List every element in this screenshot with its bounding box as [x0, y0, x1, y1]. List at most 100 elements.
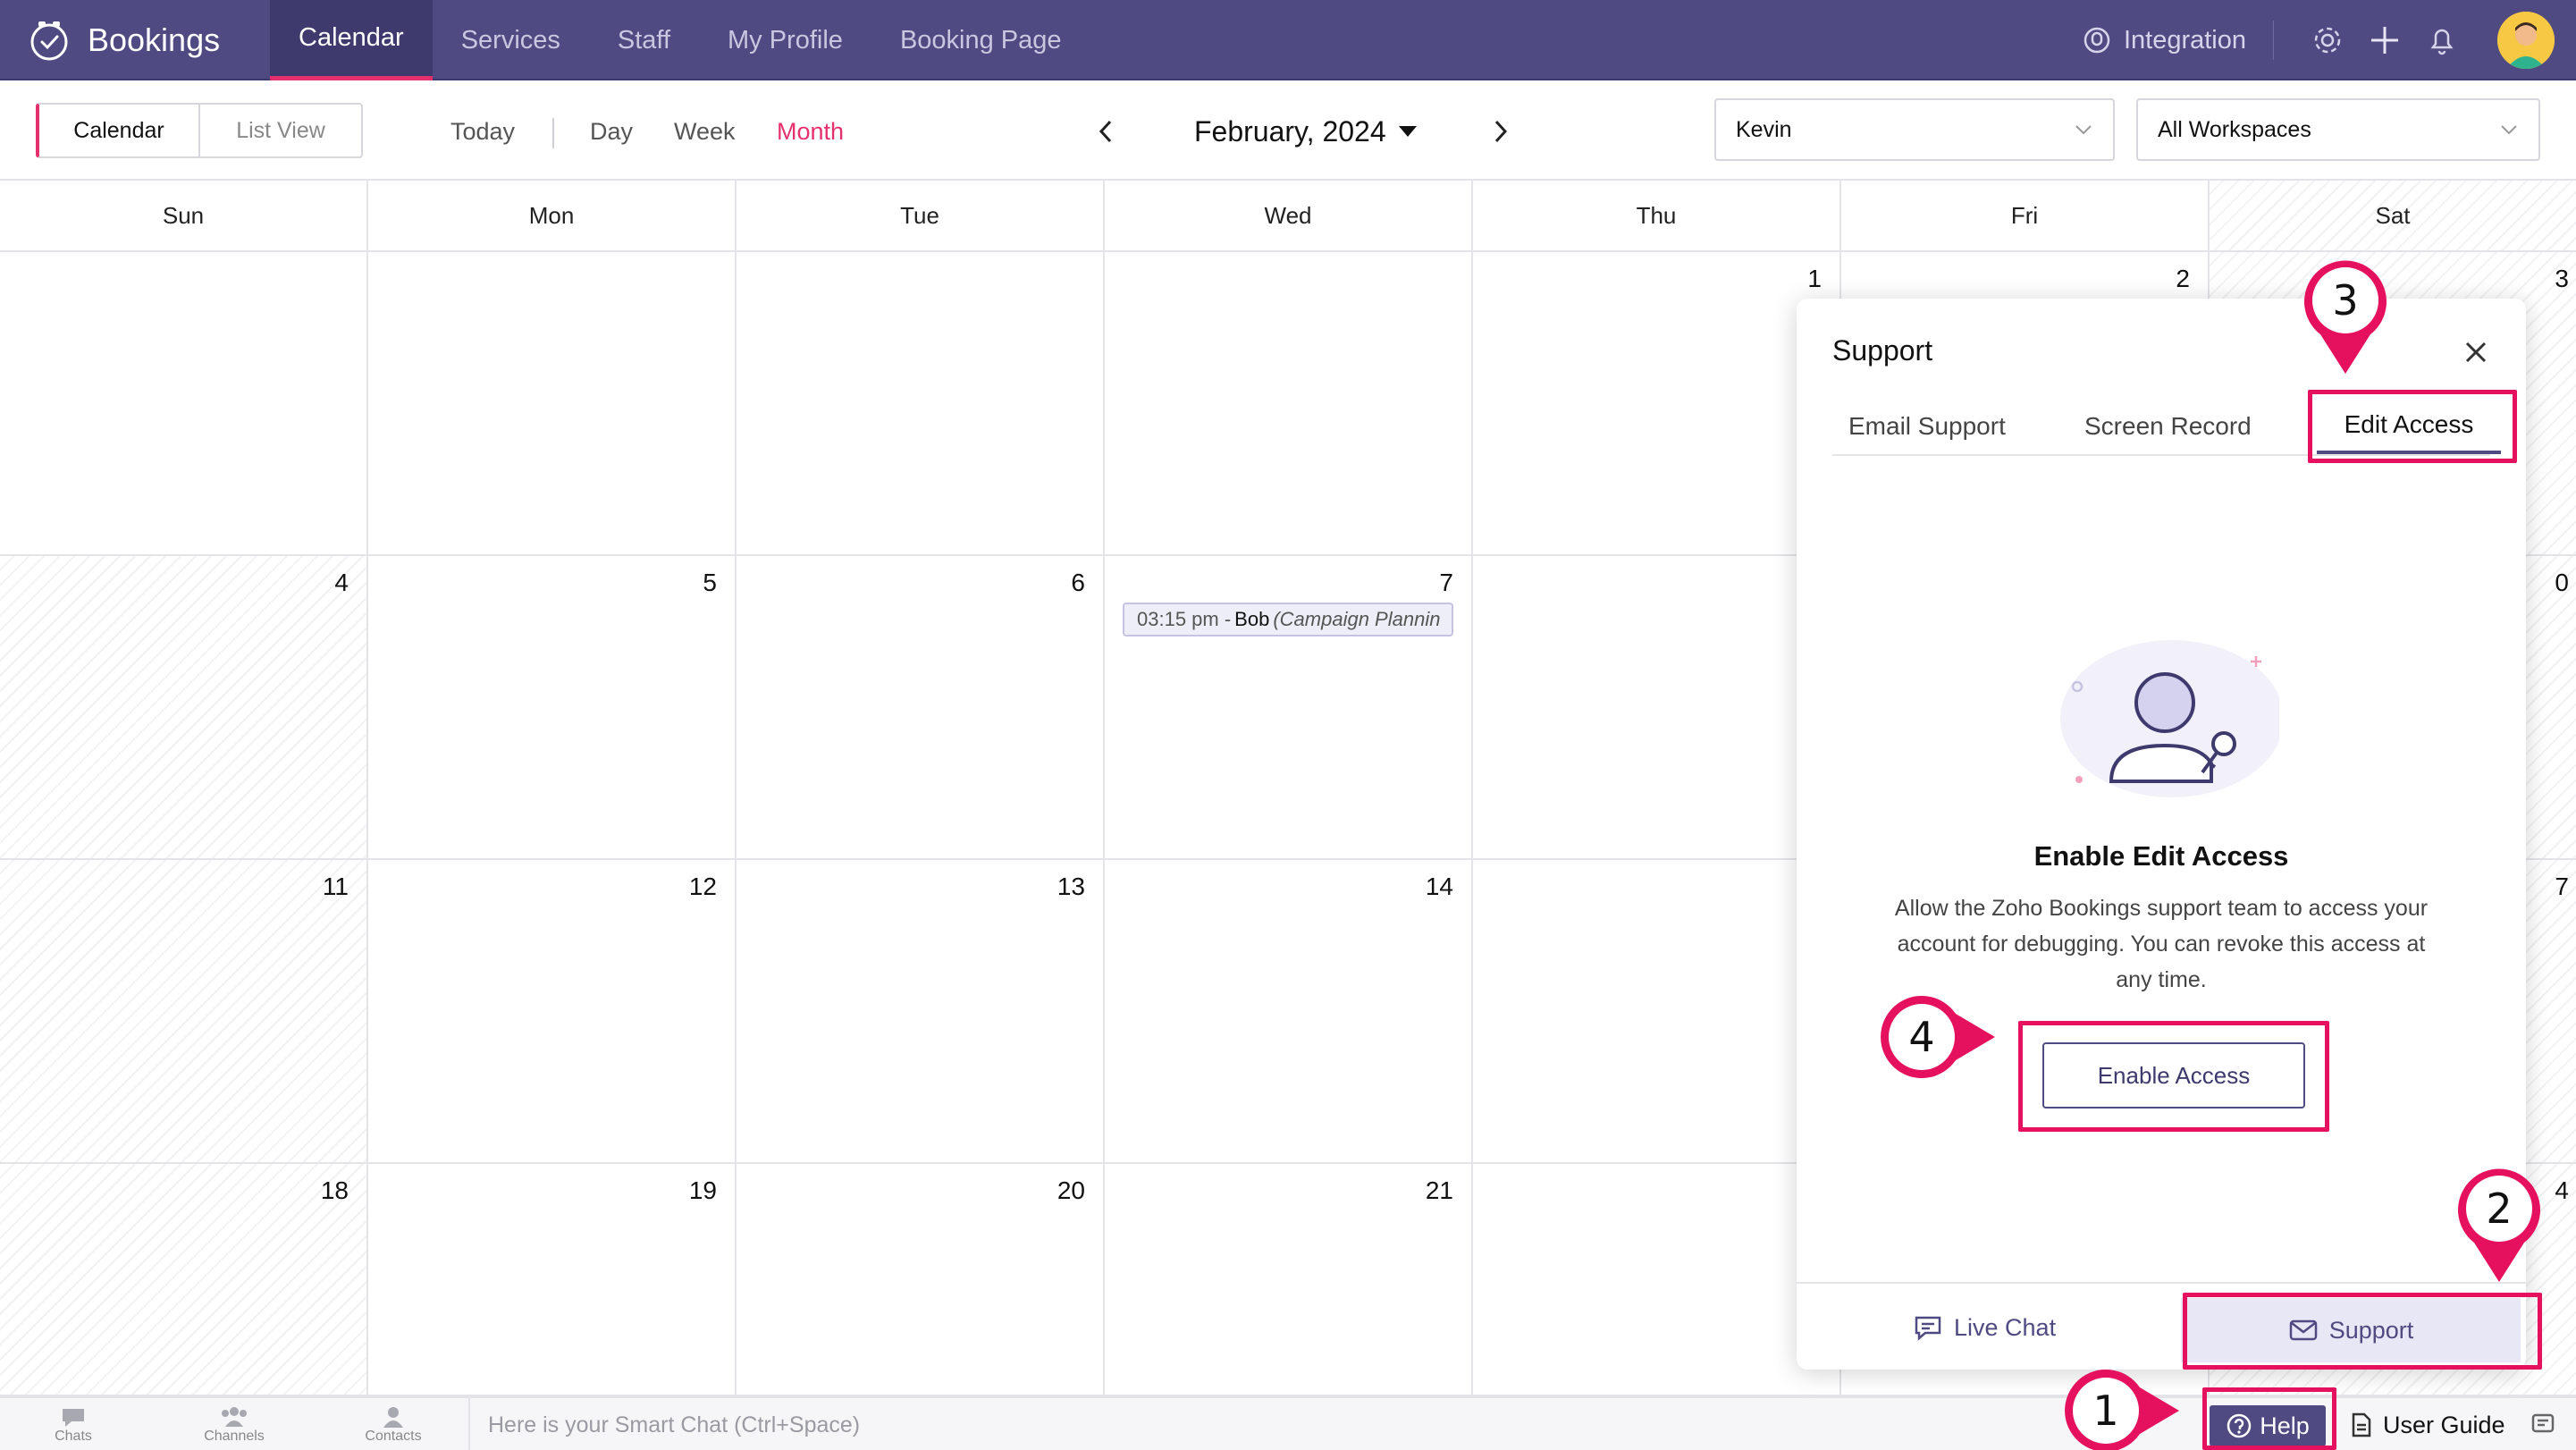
user-guide-button[interactable]: User Guide	[2349, 1398, 2505, 1450]
add-button[interactable]	[2367, 22, 2403, 58]
integration-link[interactable]: Integration	[2083, 21, 2274, 60]
day-number: 4	[2555, 1176, 2569, 1204]
day-cell[interactable]: 18	[0, 1164, 368, 1396]
tab-my-profile[interactable]: My Profile	[699, 0, 871, 80]
day-number: 12	[688, 873, 717, 900]
tab-email-support[interactable]: Email Support	[1848, 399, 2006, 454]
day-cell[interactable]	[1105, 252, 1473, 556]
tab-calendar[interactable]: Calendar	[270, 0, 433, 80]
callout-marker-icon: 1	[2065, 1370, 2179, 1450]
channels-button[interactable]: Channels	[181, 1398, 288, 1450]
avatar[interactable]	[2497, 12, 2555, 69]
month-view-button[interactable]: Month	[777, 82, 844, 181]
month-title: February, 2024	[1194, 114, 1386, 148]
highlight-edit-access	[2308, 390, 2517, 463]
day-cell[interactable]	[0, 252, 368, 556]
day-cell[interactable]: 13	[737, 860, 1105, 1164]
feedback-button[interactable]	[2530, 1411, 2556, 1442]
chat-icon	[1915, 1316, 1941, 1341]
today-button[interactable]: Today	[450, 82, 515, 181]
day-number: 7	[2555, 873, 2569, 900]
week-view-button[interactable]: Week	[674, 82, 736, 181]
tab-screen-record[interactable]: Screen Record	[2084, 399, 2252, 454]
close-icon[interactable]	[2462, 338, 2490, 367]
user-avatar-icon	[2497, 12, 2555, 69]
contacts-button[interactable]: Contacts	[340, 1398, 447, 1450]
day-cell[interactable]: 1	[1473, 860, 1841, 1164]
day-cell[interactable]: 20	[737, 1164, 1105, 1396]
top-navigation: Bookings Calendar Services Staff My Prof…	[0, 0, 2576, 80]
edit-access-heading: Enable Edit Access	[2033, 840, 2289, 872]
integration-icon	[2084, 27, 2110, 54]
day-cell[interactable]: 11	[0, 860, 368, 1164]
day-cell[interactable]: 21	[1105, 1164, 1473, 1396]
list-view-button[interactable]: List View	[200, 105, 361, 156]
tab-staff[interactable]: Staff	[589, 0, 699, 80]
chat-bubble-icon	[63, 1409, 84, 1427]
next-month-button[interactable]	[1491, 82, 1511, 181]
day-number: 13	[1056, 873, 1085, 900]
calendar-view-button[interactable]: Calendar	[39, 105, 200, 156]
day-number: 2	[2176, 265, 2190, 292]
group-icon	[222, 1407, 247, 1427]
live-chat-button[interactable]: Live Chat	[1913, 1284, 2056, 1371]
highlight-enable-access	[2018, 1021, 2329, 1132]
day-number: 18	[320, 1176, 349, 1204]
day-cell[interactable]: 14	[1105, 860, 1473, 1164]
day-cell[interactable]	[1473, 556, 1841, 860]
channels-label: Channels	[204, 1429, 265, 1444]
day-cell[interactable]: 4	[0, 556, 368, 860]
nav-actions: Integration	[2083, 0, 2576, 80]
day-cell[interactable]: 7 03:15 pm - Bob (Campaign Plannin	[1105, 556, 1473, 860]
day-number: 3	[2555, 265, 2569, 292]
day-cell[interactable]: 2	[1473, 1164, 1841, 1396]
settings-button[interactable]	[2310, 22, 2345, 58]
callout-marker-icon: 2	[2458, 1168, 2540, 1282]
tab-services[interactable]: Services	[433, 0, 589, 80]
day-cell[interactable]: 6	[737, 556, 1105, 860]
smart-chat-input[interactable]: Here is your Smart Chat (Ctrl+Space)	[468, 1398, 1541, 1450]
day-view-button[interactable]: Day	[590, 82, 633, 181]
bell-icon	[2430, 29, 2454, 55]
gear-icon	[2314, 27, 2341, 54]
day-cell[interactable]	[737, 252, 1105, 556]
tab-booking-page[interactable]: Booking Page	[871, 0, 1090, 80]
day-cell[interactable]: 1	[1473, 252, 1841, 556]
feedback-icon	[2531, 1413, 2555, 1433]
day-number: 4	[334, 569, 349, 596]
day-number: 1	[1807, 265, 1822, 292]
live-chat-label: Live Chat	[1954, 1313, 2057, 1341]
day-cell[interactable]: 19	[368, 1164, 737, 1396]
event-title: (Campaign Plannin	[1273, 608, 1441, 630]
chevron-left-icon	[1099, 120, 1112, 143]
weekday-header: Tue	[737, 181, 1105, 252]
weekday-header: Wed	[1105, 181, 1473, 252]
chats-button[interactable]: Chats	[20, 1398, 127, 1450]
chevron-down-icon	[2501, 125, 2517, 135]
month-picker[interactable]: February, 2024	[1194, 82, 1417, 181]
contacts-label: Contacts	[365, 1429, 422, 1444]
chats-label: Chats	[55, 1429, 92, 1444]
notifications-button[interactable]	[2424, 22, 2460, 58]
callout-number: 1	[2092, 1387, 2118, 1435]
toolbar-divider	[552, 118, 554, 148]
day-cell[interactable]: 12	[368, 860, 737, 1164]
main-tabs: Calendar Services Staff My Profile Booki…	[270, 0, 1090, 80]
staff-select-value: Kevin	[1736, 116, 1792, 142]
highlight-support	[2183, 1293, 2542, 1370]
day-number: 7	[1439, 569, 1453, 596]
previous-month-button[interactable]	[1096, 82, 1115, 181]
day-number: 20	[1056, 1176, 1085, 1204]
staff-select[interactable]: Kevin	[1714, 98, 2115, 161]
caret-down-icon	[1398, 126, 1417, 137]
edit-access-illustration-icon	[2060, 640, 2279, 797]
callout-marker-icon: 3	[2304, 260, 2387, 374]
day-cell[interactable]: 5	[368, 556, 737, 860]
appointment-event[interactable]: 03:15 pm - Bob (Campaign Plannin	[1123, 603, 1453, 636]
calendar-toolbar: Calendar List View Today Day Week Month …	[0, 82, 2576, 181]
workspace-select[interactable]: All Workspaces	[2136, 98, 2540, 161]
brand[interactable]: Bookings	[27, 0, 220, 80]
day-cell[interactable]	[368, 252, 737, 556]
day-number: 21	[1425, 1176, 1453, 1204]
weekday-header: Fri	[1841, 181, 2210, 252]
